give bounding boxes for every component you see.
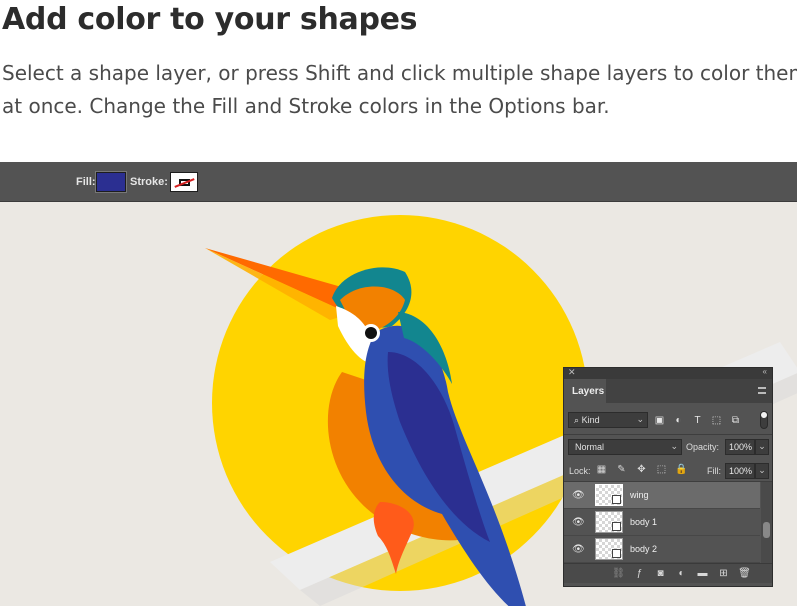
opacity-input[interactable]: 100%	[725, 439, 755, 455]
tab-layers[interactable]: Layers	[564, 379, 606, 403]
options-bar: Fill: Stroke:	[0, 162, 797, 202]
trash-icon[interactable]: 🗑	[738, 568, 751, 579]
article-description: Select a shape layer, or press Shift and…	[2, 57, 797, 123]
panel-title-bar: ✕ «	[564, 367, 772, 379]
opacity-dropdown[interactable]: ⌄	[755, 439, 769, 455]
artboard-icon[interactable]: ⬚	[656, 464, 667, 475]
chevron-down-icon: ⌄	[670, 441, 678, 451]
divider	[564, 434, 772, 435]
mask-icon[interactable]: ◙	[655, 568, 666, 579]
filter-kind-select[interactable]: ⌕ Kind ⌄	[568, 412, 648, 428]
blend-mode-select[interactable]: Normal ⌄	[568, 439, 682, 455]
article-heading: Add color to your shapes	[2, 2, 418, 37]
fill-opacity-label: Fill:	[707, 466, 721, 476]
vector-mask-icon	[612, 549, 621, 558]
fill-opacity-dropdown[interactable]: ⌄	[755, 463, 769, 479]
collapse-icon[interactable]: «	[763, 367, 767, 376]
layers-scrollbar[interactable]	[761, 482, 772, 563]
eye-icon[interactable]: 👁	[572, 517, 585, 528]
filter-toggle[interactable]	[760, 411, 768, 429]
smart-object-filter-icon[interactable]: ⧉	[730, 415, 741, 426]
fill-color-swatch[interactable]	[95, 171, 127, 193]
adjustment-layer-icon[interactable]: ◐	[676, 568, 687, 579]
layer-row[interactable]: 👁 body 1	[564, 509, 760, 536]
eye-icon[interactable]: 👁	[572, 490, 585, 501]
bird-eye-pupil	[365, 327, 377, 339]
filter-icons: ▣ ◐ T ⬚ ⧉	[654, 413, 741, 427]
lock-transparency-icon[interactable]: ▦	[596, 464, 607, 475]
layers-bottom-bar: ⛓ ƒ ◙ ◐ ▬ ⊞ 🗑	[564, 563, 772, 583]
search-icon: ⌕	[574, 415, 580, 425]
filter-kind-value: Kind	[581, 415, 600, 425]
layer-name: body 2	[630, 544, 658, 554]
description-line-1: Select a shape layer, or press Shift and…	[2, 61, 797, 85]
fill-opacity-input[interactable]: 100%	[725, 463, 755, 479]
blend-mode-value: Normal	[575, 442, 605, 452]
shape-filter-icon[interactable]: ⬚	[711, 415, 722, 426]
layer-row[interactable]: 👁 wing	[564, 482, 760, 509]
link-icon[interactable]: ⛓	[612, 568, 625, 579]
move-icon[interactable]: ✥	[636, 464, 647, 475]
image-filter-icon[interactable]: ▣	[654, 415, 665, 426]
fill-label: Fill:	[76, 176, 96, 188]
eye-icon[interactable]: 👁	[572, 544, 585, 555]
layers-panel: ✕ « Layers ⌕ Kind ⌄ ▣ ◐ T ⬚ ⧉ Normal ⌄ O…	[563, 367, 773, 587]
photoshop-screenshot: Fill: Stroke: ✕ « Layers ⌕ Kind ⌄ ▣ ◐ T …	[0, 162, 797, 606]
new-group-icon[interactable]: ▬	[697, 568, 708, 579]
stroke-label: Stroke:	[130, 176, 168, 188]
chevron-down-icon: ⌄	[636, 414, 644, 424]
adjustment-filter-icon[interactable]: ◐	[673, 415, 684, 426]
lock-label: Lock:	[569, 466, 591, 476]
panel-tab-row: Layers	[564, 379, 772, 403]
layer-name: body 1	[630, 517, 658, 527]
layer-row[interactable]: 👁 body 2	[564, 536, 760, 563]
lock-icon[interactable]: 🔒	[675, 464, 687, 475]
layer-name: wing	[630, 490, 649, 500]
panel-menu-icon[interactable]	[758, 387, 766, 394]
layer-list: 👁 wing 👁 body 1 👁 body 2	[564, 482, 760, 563]
lock-icons: ▦ ✎ ✥ ⬚ 🔒	[596, 464, 688, 475]
type-filter-icon[interactable]: T	[692, 415, 703, 426]
brush-icon[interactable]: ✎	[616, 464, 627, 475]
stroke-color-swatch[interactable]	[170, 172, 198, 192]
fx-icon[interactable]: ƒ	[634, 568, 645, 579]
close-icon[interactable]: ✕	[568, 367, 576, 378]
scrollbar-thumb[interactable]	[763, 522, 770, 538]
opacity-label: Opacity:	[686, 442, 720, 452]
vector-mask-icon	[612, 495, 621, 504]
description-line-2: at once. Change the Fill and Stroke colo…	[2, 94, 610, 118]
new-layer-icon[interactable]: ⊞	[718, 568, 729, 579]
vector-mask-icon	[612, 522, 621, 531]
